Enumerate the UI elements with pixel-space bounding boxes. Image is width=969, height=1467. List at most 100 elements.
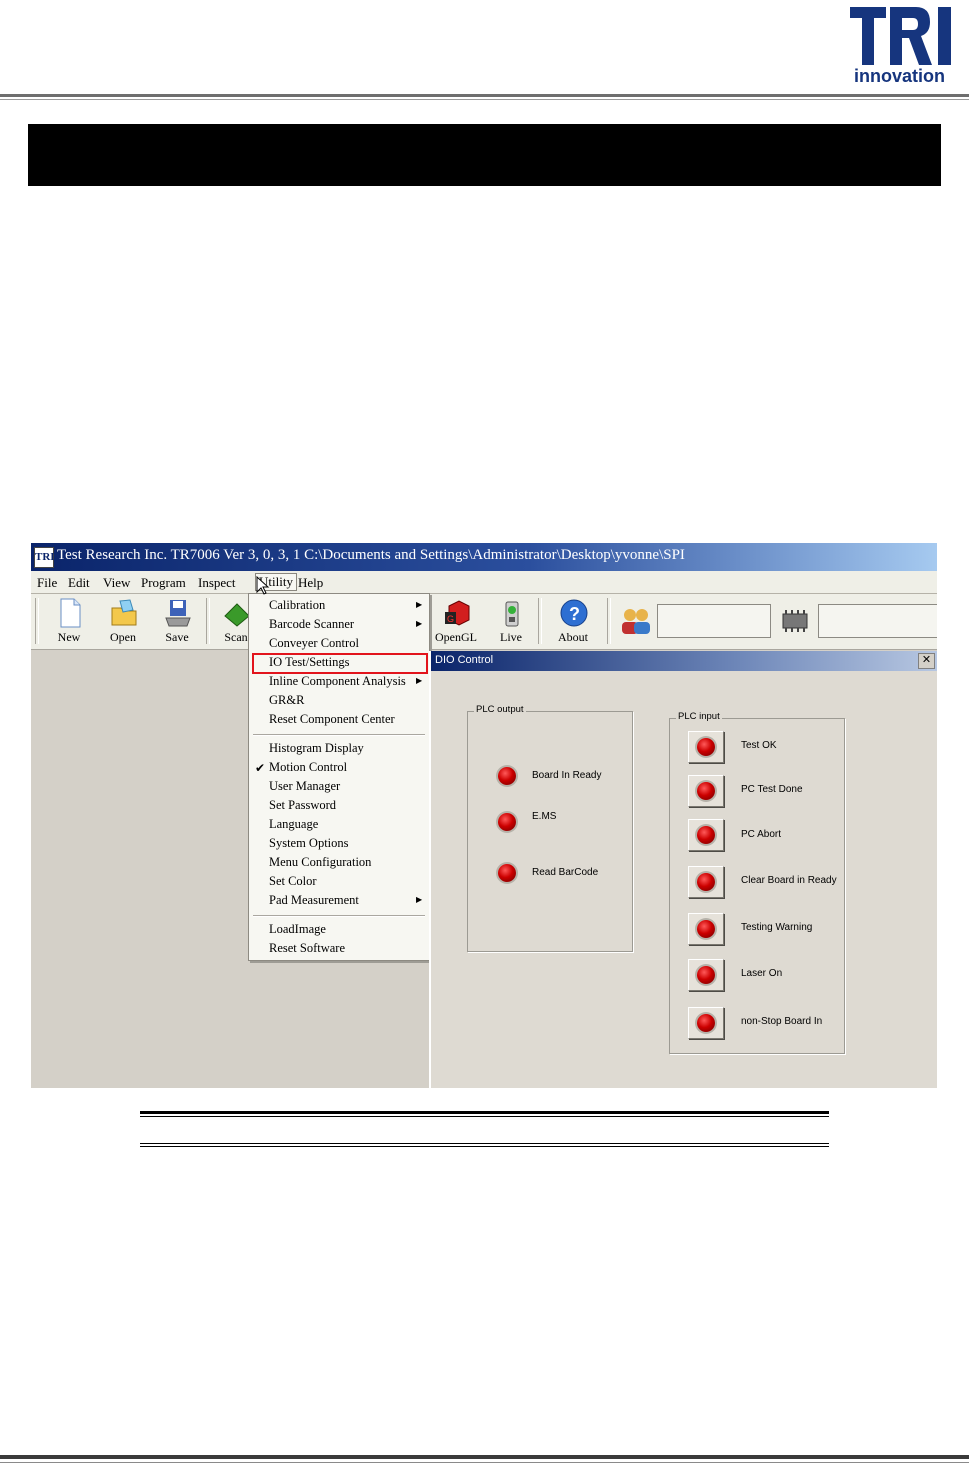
app-titlebar: TRI Test Research Inc. TR7006 Ver 3, 0, …	[31, 543, 937, 571]
led-indicator-icon	[697, 873, 715, 891]
live-label: Live	[500, 630, 522, 644]
save-button[interactable]: Save	[152, 596, 202, 646]
live-camera-icon	[505, 601, 519, 627]
input-label: PC Abort	[741, 829, 782, 840]
dialog-titlebar: DIO Control ✕	[431, 651, 937, 671]
open-button[interactable]: Open	[98, 596, 148, 646]
menu-item-user-manager[interactable]: User Manager	[269, 779, 340, 794]
new-button[interactable]: New	[44, 596, 94, 646]
new-document-icon	[60, 598, 81, 628]
submenu-arrow-icon: ▶	[416, 619, 423, 628]
menu-item-set-password[interactable]: Set Password	[269, 798, 336, 813]
menu-item-conveyer-control[interactable]: Conveyer Control	[269, 636, 359, 651]
menu-program[interactable]: Program	[141, 575, 186, 591]
output-label: E.MS	[532, 811, 557, 822]
input-toggle-button[interactable]	[688, 866, 724, 898]
input-label: PC Test Done	[741, 784, 803, 795]
mouse-cursor-icon	[256, 576, 270, 595]
led-indicator-icon	[697, 1014, 715, 1032]
input-toggle-button[interactable]	[688, 819, 724, 851]
utility-menu-dropdown: Calibration ▶ Barcode Scanner ▶ Conveyer…	[248, 593, 430, 961]
led-indicator-icon	[697, 920, 715, 938]
menu-item-menu-configuration[interactable]: Menu Configuration	[269, 855, 371, 870]
menu-item-reset-component-center[interactable]: Reset Component Center	[269, 712, 395, 727]
app-icon: TRI	[34, 547, 55, 568]
menu-help[interactable]: Help	[298, 575, 323, 591]
input-label: Test OK	[741, 740, 777, 751]
led-indicator-icon	[697, 826, 715, 844]
input-label: Clear Board in Ready	[741, 875, 837, 886]
input-label: Laser On	[741, 968, 783, 979]
led-indicator-icon	[697, 966, 715, 984]
plc-input-group: PLC input Test OK PC Test Done PC Abort …	[669, 711, 845, 1054]
tri-logo: innovation	[846, 4, 964, 90]
toolbar-separator	[538, 598, 542, 644]
checkmark-icon: ✔	[255, 761, 266, 775]
submenu-arrow-icon: ▶	[416, 676, 423, 685]
toolbar-grip	[35, 598, 39, 644]
component-field[interactable]	[818, 604, 937, 638]
toolbar-separator	[607, 598, 611, 644]
menu-item-calibration[interactable]: Calibration	[269, 598, 325, 613]
user-field[interactable]	[657, 604, 771, 638]
submenu-arrow-icon: ▶	[416, 600, 423, 609]
about-label: About	[558, 630, 588, 644]
toolbar: New Open Save Scan G OpenGL Live ? About	[31, 594, 937, 650]
menu-item-loadimage[interactable]: LoadImage	[269, 922, 326, 937]
menu-file[interactable]: File	[37, 575, 57, 591]
about-button[interactable]: ? About	[548, 596, 598, 646]
svg-text:?: ?	[569, 604, 580, 624]
menu-item-set-color[interactable]: Set Color	[269, 874, 317, 889]
new-label: New	[57, 630, 81, 644]
menu-item-language[interactable]: Language	[269, 817, 318, 832]
input-label: non-Stop Board In	[741, 1016, 823, 1027]
opengl-label: OpenGL	[435, 630, 477, 644]
chip-icon	[782, 610, 808, 632]
input-label: Testing Warning	[741, 922, 813, 933]
menu-separator	[253, 915, 425, 917]
caption-rule-bottom-thin	[140, 1146, 829, 1147]
submenu-arrow-icon: ▶	[416, 895, 423, 904]
input-toggle-button[interactable]	[688, 913, 724, 945]
menu-item-histogram-display[interactable]: Histogram Display	[269, 741, 364, 756]
close-button[interactable]: ✕	[918, 653, 935, 669]
footer-rule	[0, 1455, 969, 1459]
logo-wordmark: innovation	[854, 66, 945, 86]
app-screenshot: TRI Test Research Inc. TR7006 Ver 3, 0, …	[31, 543, 937, 1088]
app-title: Test Research Inc. TR7006 Ver 3, 0, 3, 1…	[57, 547, 685, 563]
caption-rule-top	[140, 1111, 829, 1114]
section-banner	[28, 124, 941, 186]
help-icon: ?	[560, 599, 588, 627]
menu-item-motion-control[interactable]: Motion Control	[269, 760, 347, 775]
menu-item-reset-software[interactable]: Reset Software	[269, 941, 345, 956]
menu-inspect[interactable]: Inspect	[198, 575, 236, 591]
plc-output-title: PLC output	[474, 704, 526, 715]
menu-view[interactable]: View	[103, 575, 130, 591]
opengl-button[interactable]: G OpenGL	[431, 596, 481, 646]
menu-item-io-test-settings[interactable]: IO Test/Settings	[269, 655, 350, 670]
input-toggle-button[interactable]	[688, 959, 724, 991]
menu-item-inline-component-analysis[interactable]: Inline Component Analysis	[269, 674, 406, 689]
plc-input-title: PLC input	[676, 711, 722, 722]
caption-rule-bottom	[140, 1143, 829, 1144]
live-button[interactable]: Live	[486, 596, 536, 646]
led-indicator-icon	[498, 767, 516, 785]
dio-control-dialog: DIO Control ✕ PLC output Board In Ready …	[429, 651, 937, 1088]
menu-item-grr[interactable]: GR&R	[269, 693, 304, 708]
menu-item-pad-measurement[interactable]: Pad Measurement	[269, 893, 359, 908]
open-label: Open	[110, 630, 136, 644]
output-label: Board In Ready	[532, 770, 602, 781]
menu-item-barcode-scanner[interactable]: Barcode Scanner	[269, 617, 354, 632]
menu-edit[interactable]: Edit	[68, 575, 90, 591]
input-toggle-button[interactable]	[688, 775, 724, 807]
scan-icon	[224, 603, 250, 627]
input-toggle-button[interactable]	[688, 1007, 724, 1039]
header-rule	[0, 94, 969, 97]
open-folder-icon	[111, 599, 137, 626]
menu-item-system-options[interactable]: System Options	[269, 836, 349, 851]
caption-rule-top-thin	[140, 1116, 829, 1117]
input-toggle-button[interactable]	[688, 731, 724, 763]
footer-rule-thin	[0, 1462, 969, 1463]
header-rule-thin	[0, 99, 969, 100]
opengl-icon: G	[445, 600, 470, 626]
